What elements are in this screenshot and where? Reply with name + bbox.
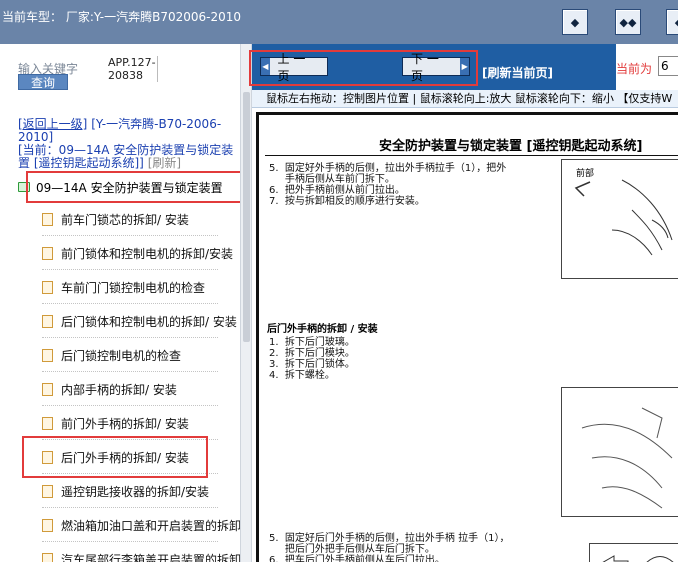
tree-item-label: 内部手柄的拆卸/ 安装 (61, 382, 177, 397)
diamond-icon: ◆ (570, 15, 580, 29)
tree-item[interactable]: 后门锁体和控制电机的拆卸/ 安装 (0, 304, 240, 338)
tree-item-label: 前门外手柄的拆卸/ 安装 (61, 416, 189, 431)
current-path: [当前：09—14A 安全防护装置与锁定装置 [遥控钥匙起动系统]] (18, 143, 234, 170)
tree-folder[interactable]: 09—14A 安全防护装置与锁定装置 (18, 176, 223, 198)
document-toolbar: ◀ 上 一 页 下 一 页 ▶ [刷新当前页] 当前为 (249, 44, 678, 90)
document-viewer[interactable]: 安全防护装置与锁定装置 [遥控钥匙起动系统] 5. 固定好外手柄的后侧，拉出外手… (256, 112, 678, 562)
split-view-button[interactable]: ◆◆ (615, 9, 641, 35)
document-icon (42, 518, 53, 532)
page-number-input[interactable] (658, 56, 678, 76)
document-icon (42, 416, 53, 430)
folder-icon (18, 182, 30, 192)
refresh-page-link[interactable]: [刷新当前页] (482, 64, 553, 81)
vehicle-title: 当前车型： 厂家:Y-一汽奔腾B702006-2010 (2, 10, 242, 24)
procedure-steps: 5. 固定好后门外手柄的后侧，拉出外手柄 拉手（1）， 把后门外把手后侧从车后门… (269, 533, 510, 562)
tree-item[interactable]: 车前门门锁控制电机的检查 (0, 270, 240, 304)
breadcrumb: [返回上一级] [Y-一汽奔腾-B70-2006-2010] [当前：09—14… (18, 118, 238, 170)
fullscreen-button[interactable]: ◆ (666, 9, 678, 35)
back-link[interactable]: [返回上一级] (18, 117, 87, 131)
prev-page-label: 上 一 页 (277, 51, 306, 83)
figure-front-handle: 前部 (561, 159, 678, 279)
tree-item-label: 后门锁控制电机的检查 (61, 348, 182, 363)
arrow-right-icon: ▶ (460, 58, 469, 75)
folder-label: 09—14A 安全防护装置与锁定装置 (36, 180, 223, 195)
search-button[interactable]: 查询 (18, 74, 68, 90)
arrow-left-icon: ◀ (261, 58, 270, 75)
document-icon (42, 552, 53, 562)
document-icon (42, 382, 53, 396)
tree-item-selected[interactable]: 后门外手柄的拆卸/ 安装 (0, 440, 240, 474)
app-code: APP.127-20838 (108, 56, 158, 82)
section-heading: 后门外手柄的拆卸 / 安装 (267, 324, 378, 335)
tree-item-label: 后门锁体和控制电机的拆卸/ 安装 (61, 314, 237, 329)
scrollbar-thumb[interactable] (243, 92, 250, 342)
document-icon (42, 484, 53, 498)
figure-label: 前部 (576, 169, 595, 179)
document-icon (42, 212, 53, 226)
document-icon (42, 348, 53, 362)
document-icon (42, 314, 53, 328)
tree-item[interactable]: 前门外手柄的拆卸/ 安装 (0, 406, 240, 440)
handle-arrow-illustration (602, 555, 674, 562)
tree-item[interactable]: 遥控钥匙接收器的拆卸/安装 (0, 474, 240, 508)
rear-door-illustration (581, 407, 673, 509)
panel-toggle-button[interactable]: ◆ (562, 9, 588, 35)
document-title: 安全防护装置与锁定装置 [遥控钥匙起动系统] (379, 139, 643, 154)
split-icon: ◆◆ (619, 15, 637, 29)
tree-item-label: 汽车尾部行李箱盖开启装置的拆卸 (61, 552, 240, 562)
next-page-button[interactable]: 下 一 页 ▶ (402, 52, 470, 83)
figure-rear-door (561, 387, 678, 517)
tree-item[interactable]: 内部手柄的拆卸/ 安装 (0, 372, 240, 406)
prev-page-button[interactable]: ◀ 上 一 页 (260, 52, 328, 83)
usage-hint: 鼠标左右拖动：控制图片位置 | 鼠标滚轮向上:放大 鼠标滚轮向下：缩小 【仅支持… (252, 90, 678, 108)
tree-item-label: 车前门门锁控制电机的检查 (61, 280, 206, 295)
tree-item[interactable]: 前车门锁芯的拆卸/ 安装 (0, 202, 240, 236)
page-label: 当前为 (616, 62, 653, 76)
document-icon (42, 280, 53, 294)
sidebar: 输入关键字 查询 APP.127-20838 [返回上一级] [Y-一汽奔腾-B… (0, 44, 244, 562)
procedure-steps: 1. 拆下后门玻璃。 2. 拆下后门模块。 3. 拆下后门锁体。 4. 拆下螺栓… (269, 337, 355, 381)
title-bar: 当前车型： 厂家:Y-一汽奔腾B702006-2010 ◆ ◆◆ ◆ (0, 0, 678, 44)
document-icon (42, 450, 53, 464)
tree-item[interactable]: 前门锁体和控制电机的拆卸/安装 (0, 236, 240, 270)
page-indicator: 当前为 (616, 44, 678, 90)
document-icon (42, 246, 53, 260)
title-divider (265, 155, 678, 156)
refresh-link[interactable]: [刷新] (148, 156, 181, 170)
tree-item-label: 前车门锁芯的拆卸/ 安装 (61, 212, 189, 227)
tree-item[interactable]: 燃油箱加油口盖和开启装置的拆卸 (0, 508, 240, 542)
tree-item[interactable]: 后门锁控制电机的检查 (0, 338, 240, 372)
tree-item-label: 遥控钥匙接收器的拆卸/安装 (61, 484, 210, 499)
sidebar-scrollbar[interactable] (240, 44, 252, 562)
tree-item-label: 后门外手柄的拆卸/ 安装 (61, 450, 189, 465)
tree-list: 前车门锁芯的拆卸/ 安装 前门锁体和控制电机的拆卸/安装 车前门门锁控制电机的检… (0, 202, 240, 562)
procedure-steps: 5. 固定好外手柄的后侧，拉出外手柄拉手（1），把外 手柄后侧从车前门拆下。 6… (269, 163, 507, 207)
figure-rear-handle (589, 543, 678, 562)
tree-item-label: 前门锁体和控制电机的拆卸/安装 (61, 246, 234, 261)
tree-item[interactable]: 汽车尾部行李箱盖开启装置的拆卸 (0, 542, 240, 562)
tree-item-label: 燃油箱加油口盖和开启装置的拆卸 (61, 518, 240, 533)
next-page-label: 下 一 页 (411, 51, 439, 83)
